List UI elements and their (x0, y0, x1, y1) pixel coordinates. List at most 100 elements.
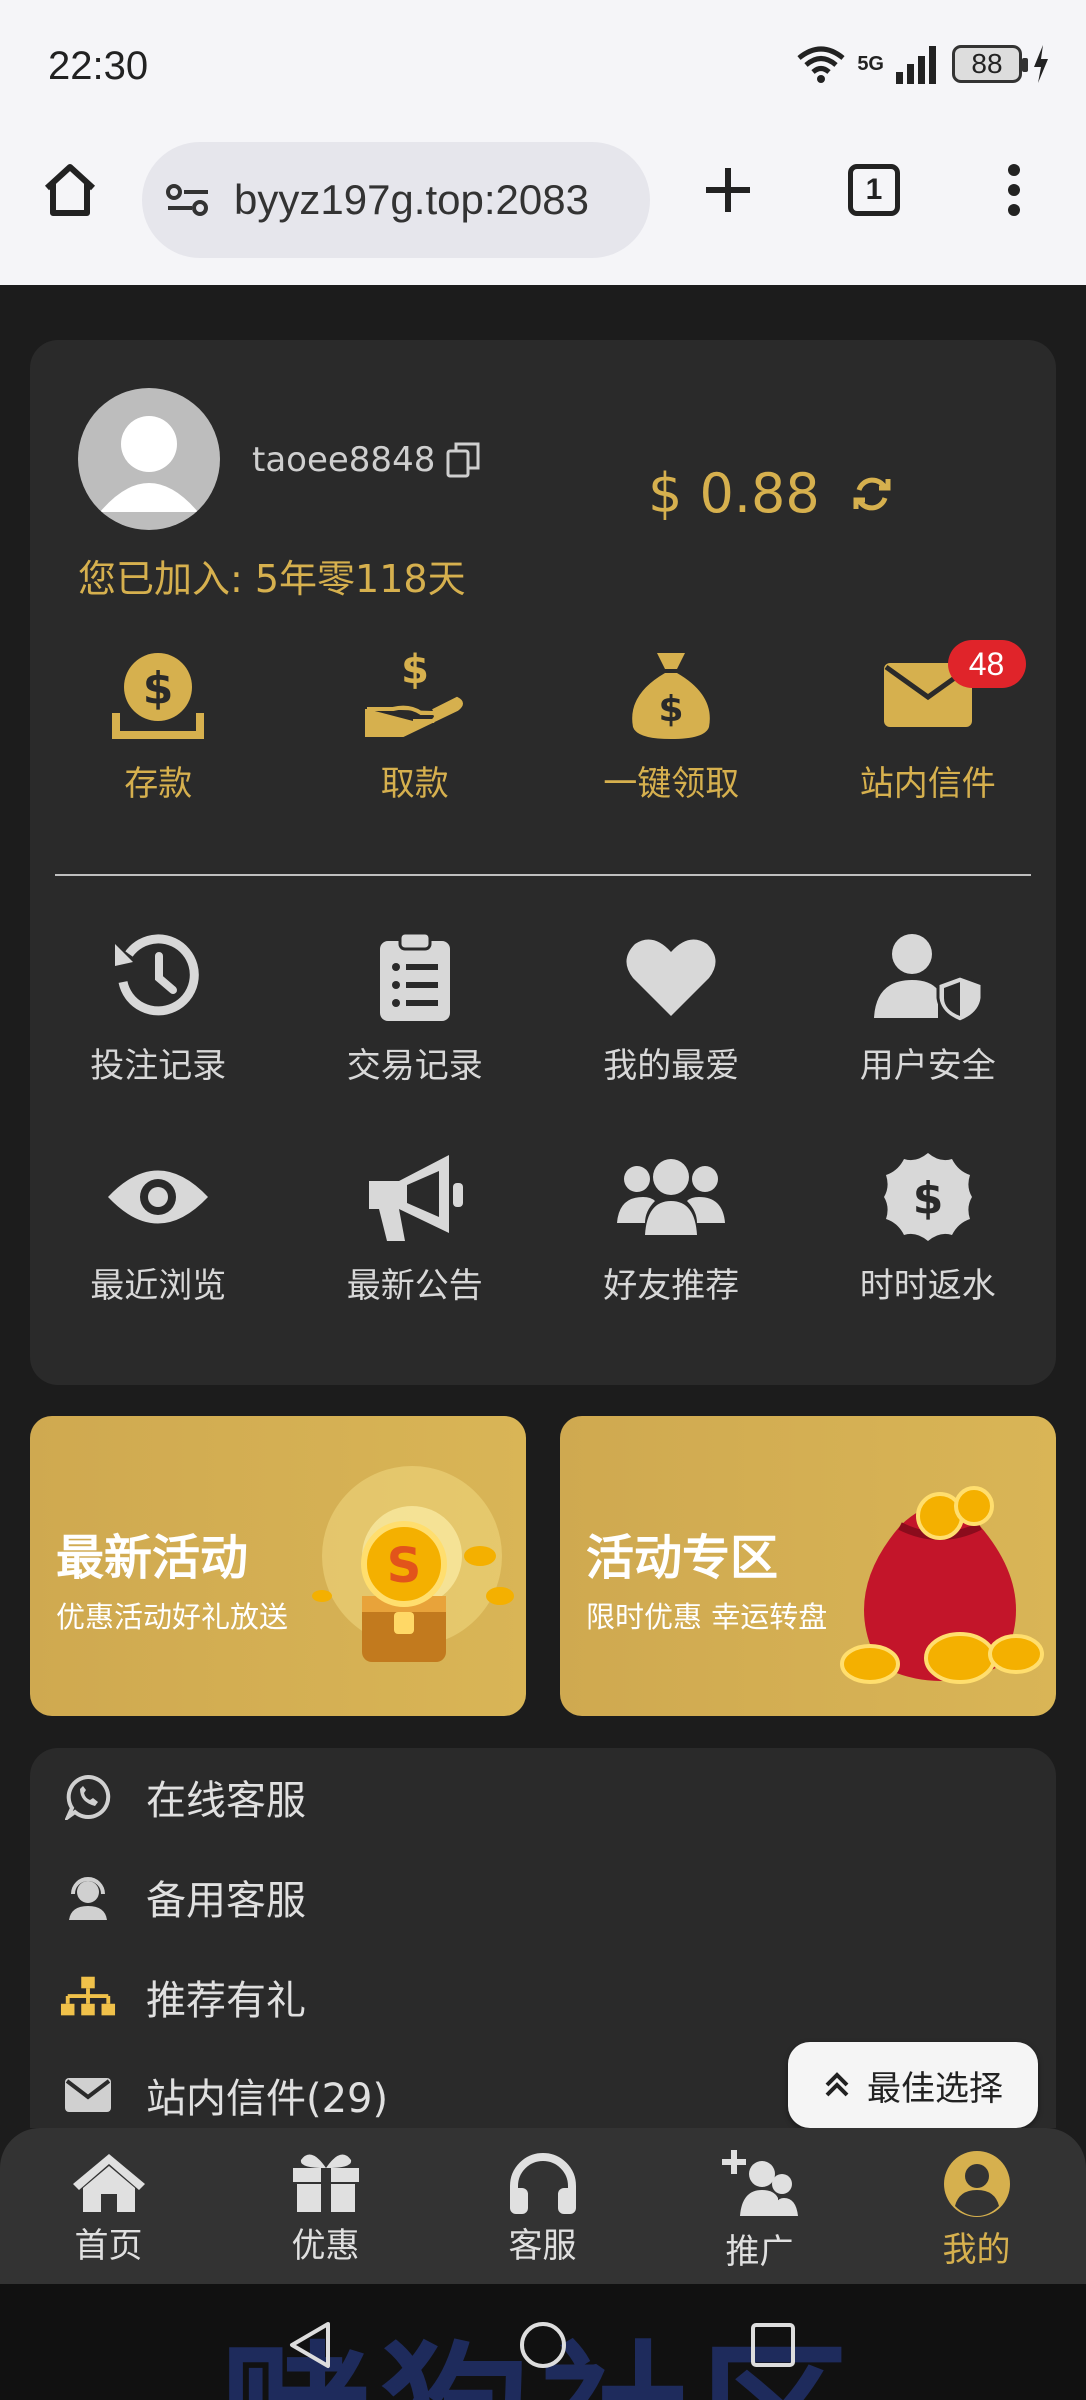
banner-subtitle: 限时优惠 幸运转盘 (586, 1600, 828, 1634)
refresh-icon[interactable] (852, 474, 892, 514)
nav-referral[interactable]: 推广 (651, 2128, 868, 2284)
nav-home[interactable]: 首页 (0, 2128, 217, 2284)
profile-card: taoee8848 $ 0.88 您已加入: 5年零118天 $ 存款 $ 取款… (30, 340, 1056, 1385)
lucky-bag-illustration (840, 1486, 1044, 1684)
new-tab-button[interactable] (698, 160, 758, 220)
balance-amount: $ 0.88 (648, 462, 820, 525)
nav-label: 推广 (725, 2232, 794, 2272)
recents-icon[interactable] (750, 2322, 796, 2368)
nav-promotions[interactable]: 优惠 (217, 2128, 434, 2284)
history-icon (115, 934, 199, 1016)
svg-text:$: $ (143, 663, 174, 714)
copy-icon[interactable] (445, 440, 483, 480)
user-plus-icon (721, 2150, 798, 2216)
inbox-badge: 48 (947, 640, 1026, 688)
banner-subtitle: 优惠活动好礼放送 (56, 1600, 289, 1634)
tab-count: 1 (848, 164, 900, 216)
announcements-button[interactable]: 最新公告 (287, 1142, 544, 1307)
withdraw-label: 取款 (380, 764, 449, 804)
nav-label: 客服 (508, 2226, 577, 2266)
network-type: 5G (857, 52, 884, 75)
headphones-icon (509, 2153, 576, 2214)
quick-actions: $ 存款 $ 取款 $ 一键领取 站内信件 48 (30, 640, 1056, 805)
account-security-label: 用户安全 (859, 1046, 996, 1086)
user-shield-icon (873, 934, 984, 1022)
username: taoee8848 (252, 440, 436, 480)
nav-label: 优惠 (291, 2226, 360, 2266)
more-vertical-icon (1008, 164, 1020, 216)
deposit-button[interactable]: $ 存款 (30, 640, 287, 805)
status-icons: 5G 88 (795, 44, 1050, 84)
feature-grid-row-1: 投注记录 交易记录 我的最爱 用户安全 (30, 922, 1056, 1087)
tab-switcher-button[interactable]: 1 (844, 160, 904, 220)
latest-promotions-banner[interactable]: 最新活动 优惠活动好礼放送 S (30, 1416, 526, 1716)
url-bar[interactable]: byyz197g.top:2083 (142, 142, 650, 258)
browser-toolbar: byyz197g.top:2083 1 (0, 130, 1086, 285)
headset-user-icon (69, 1877, 107, 1920)
best-choice-button[interactable]: 最佳选择 (788, 2042, 1038, 2128)
home-circle-icon[interactable] (518, 2320, 568, 2370)
bet-history-button[interactable]: 投注记录 (30, 922, 287, 1087)
svg-text:$: $ (401, 649, 429, 693)
plus-icon (706, 168, 750, 212)
back-icon[interactable] (288, 2320, 332, 2370)
inbox-button[interactable]: 站内信件 48 (800, 640, 1057, 805)
wifi-icon (797, 46, 845, 83)
gift-icon (292, 2154, 359, 2212)
favorites-label: 我的最爱 (603, 1046, 740, 1086)
transaction-history-button[interactable]: 交易记录 (287, 922, 544, 1087)
status-time: 22:30 (48, 44, 149, 88)
browser-menu-button[interactable] (984, 160, 1044, 220)
feature-grid-row-2: 最近浏览 最新公告 好友推荐 $ 时时返水 (30, 1142, 1056, 1307)
url-text: byyz197g.top:2083 (234, 176, 589, 223)
username-row: taoee8848 (252, 440, 483, 480)
menu-label: 站内信件(29) (146, 2076, 389, 2122)
refer-friends-button[interactable]: 好友推荐 (543, 1142, 800, 1307)
referral-reward-item[interactable]: 推荐有礼 (60, 1968, 306, 2026)
transaction-history-label: 交易记录 (346, 1046, 483, 1086)
claim-all-button[interactable]: $ 一键领取 (543, 640, 800, 805)
site-settings-icon (166, 184, 208, 216)
deposit-label: 存款 (124, 764, 193, 804)
online-support-item[interactable]: 在线客服 (60, 1768, 306, 1826)
nav-support[interactable]: 客服 (434, 2128, 651, 2284)
refer-friends-label: 好友推荐 (603, 1266, 740, 1306)
envelope-icon (65, 2078, 111, 2112)
banner-title: 最新活动 (56, 1530, 249, 1586)
treasure-chest-illustration: S (312, 1466, 514, 1662)
instant-rebate-button[interactable]: $ 时时返水 (800, 1142, 1057, 1307)
recently-viewed-label: 最近浏览 (90, 1266, 227, 1306)
claim-all-label: 一键领取 (603, 764, 740, 804)
favorites-button[interactable]: 我的最爱 (543, 922, 800, 1087)
sitemap-icon (60, 1976, 116, 2016)
home-outline-icon (44, 164, 96, 216)
users-icon (617, 1159, 726, 1235)
inbox-messages-item[interactable]: 站内信件(29) (60, 2066, 388, 2124)
joined-duration: 您已加入: 5年零118天 (78, 557, 466, 601)
avatar[interactable] (78, 388, 220, 530)
bottom-navigation: 首页 优惠 客服 推广 我的 (0, 2128, 1086, 2284)
svg-text:$: $ (912, 1173, 943, 1224)
account-security-button[interactable]: 用户安全 (800, 922, 1057, 1087)
withdraw-button[interactable]: $ 取款 (287, 640, 544, 805)
best-choice-label: 最佳选择 (867, 2068, 1003, 2109)
dollar-badge-icon: $ (883, 1153, 972, 1241)
megaphone-icon (368, 1155, 463, 1241)
user-circle-icon (943, 2151, 1010, 2217)
status-bar: 22:30 5G 88 (0, 0, 1086, 130)
instant-rebate-label: 时时返水 (859, 1266, 996, 1306)
whatsapp-icon (65, 1774, 111, 1820)
recently-viewed-button[interactable]: 最近浏览 (30, 1142, 287, 1307)
system-navigation-bar: 赌狗社区 (0, 2284, 1086, 2400)
announcements-label: 最新公告 (346, 1266, 483, 1306)
battery-indicator: 88 (952, 45, 1028, 83)
nav-label: 我的 (942, 2230, 1011, 2270)
nav-label: 首页 (74, 2226, 143, 2266)
eye-icon (108, 1170, 209, 1224)
backup-support-item[interactable]: 备用客服 (60, 1868, 306, 1926)
home-button[interactable] (40, 160, 100, 220)
bet-history-label: 投注记录 (90, 1046, 227, 1086)
withdraw-icon: $ (364, 649, 463, 737)
activity-zone-banner[interactable]: 活动专区 限时优惠 幸运转盘 (560, 1416, 1056, 1716)
nav-my-account[interactable]: 我的 (868, 2128, 1085, 2284)
